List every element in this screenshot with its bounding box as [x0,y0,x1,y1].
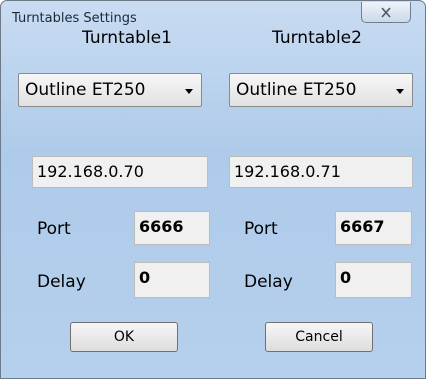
turntable1-model-value: Outline ET250 [25,80,146,100]
turntable1-ip-field[interactable]: 192.168.0.70 [32,156,208,188]
turntable1-port-label: Port [37,219,71,239]
turntable1-model-dropdown[interactable]: Outline ET250 [18,73,202,107]
turntable2-model-dropdown[interactable]: Outline ET250 [229,73,413,107]
turntable2-ip-field[interactable]: 192.168.0.71 [229,156,413,188]
turntable1-delay-label: Delay [37,272,86,292]
turntable2-header: Turntable2 [272,28,362,48]
chevron-down-icon [185,89,193,94]
ok-button[interactable]: OK [70,322,178,352]
close-button[interactable] [361,2,411,23]
turntable2-port-field[interactable]: 6667 [335,211,412,245]
chevron-down-icon [396,89,404,94]
turntable1-delay-field[interactable]: 0 [134,262,210,298]
turntable1-port-field[interactable]: 6666 [134,211,210,245]
turntable2-model-value: Outline ET250 [236,80,357,100]
turntable2-delay-field[interactable]: 0 [335,262,412,298]
turntable1-header: Turntable1 [82,28,172,48]
turntable2-delay-label: Delay [244,272,293,292]
close-icon [381,6,391,18]
window-title: Turntables Settings [12,11,137,26]
cancel-button[interactable]: Cancel [265,322,373,352]
turntable2-port-label: Port [244,219,278,239]
